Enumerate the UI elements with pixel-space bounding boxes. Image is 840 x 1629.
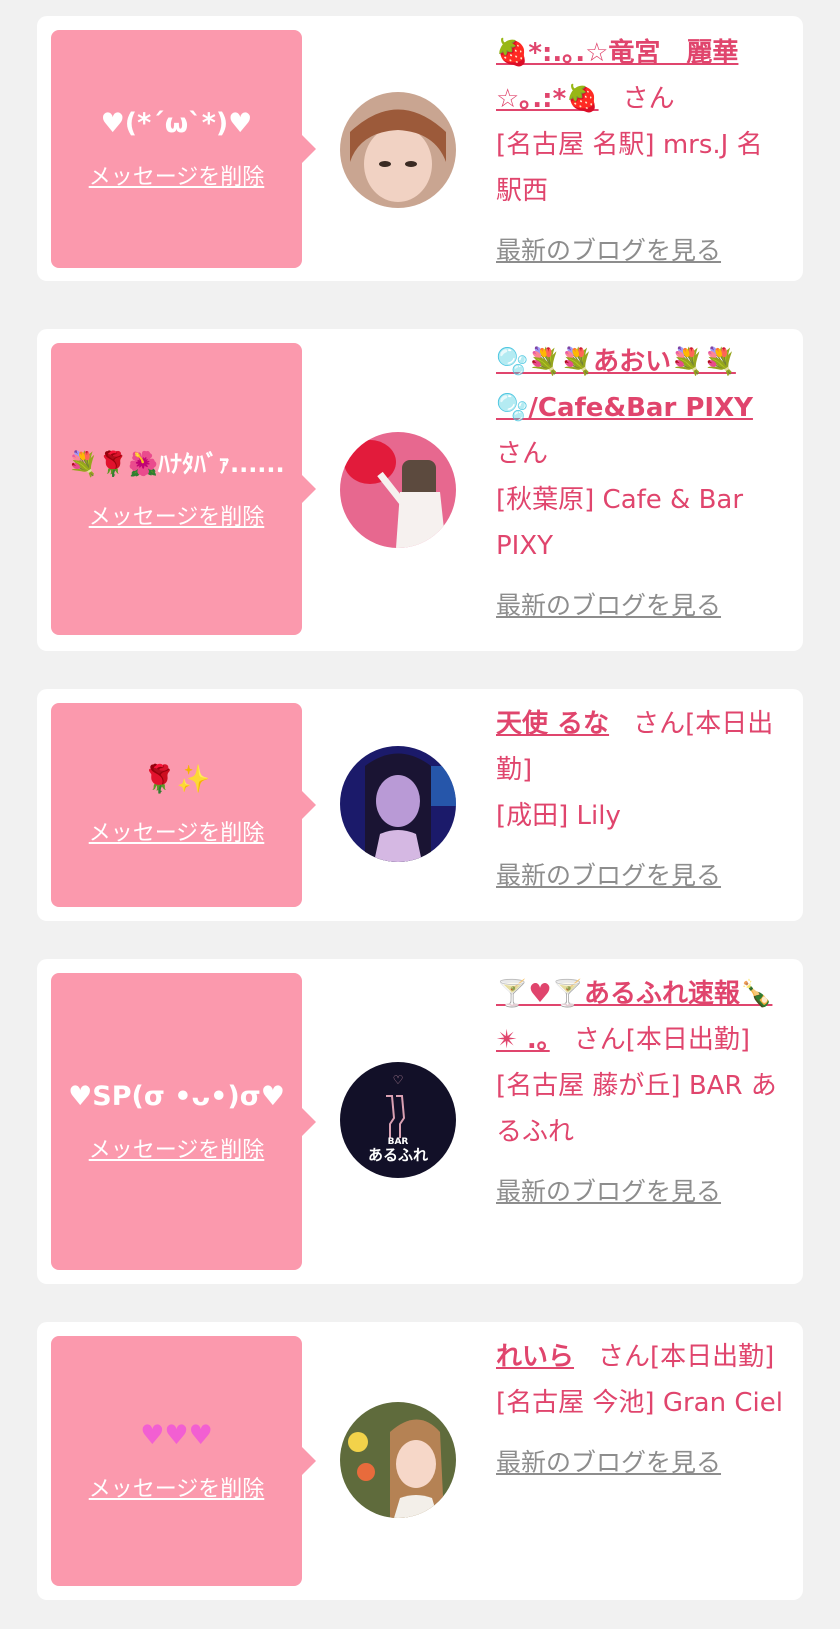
user-name-link[interactable]: 🫧💐💐あおい💐💐🫧/Cafe&Bar PIXY — [496, 347, 753, 423]
message-bubble: ♥♥♥ メッセージを削除 — [51, 1336, 316, 1586]
message-card: 🌹✨ メッセージを削除 天使 るな さん[本日出勤] [成田] Lily 最新のブ… — [37, 689, 803, 921]
honorific: さん[本日出勤] — [573, 1025, 751, 1055]
message-card: ♥♥♥ メッセージを削除 れいら さん[本日出勤] [名古屋 今池] Gran C… — [37, 1322, 803, 1600]
shop-name: [名古屋 藤が丘] BAR あるふれ — [496, 1071, 777, 1147]
card-info: 天使 るな さん[本日出勤] [成田] Lily 最新のブログを見る — [496, 701, 786, 899]
delete-message-link[interactable]: メッセージを削除 — [89, 1471, 265, 1503]
user-name-link[interactable]: 天使 るな — [496, 709, 609, 739]
message-text: ♥♥♥ — [140, 1420, 213, 1451]
message-text: ♥(*´ω`*)♥ — [100, 108, 253, 139]
delete-message-link[interactable]: メッセージを削除 — [89, 815, 265, 847]
user-name-link[interactable]: れいら — [496, 1342, 574, 1372]
latest-blog-link[interactable]: 最新のブログを見る — [496, 228, 786, 274]
avatar[interactable] — [340, 1402, 456, 1518]
message-card: ♥(*´ω`*)♥ メッセージを削除 🍓*:.｡.☆竜宮 麗華☆｡.:*🍓 さん … — [37, 16, 803, 281]
honorific: さん — [496, 439, 549, 469]
delete-message-link[interactable]: メッセージを削除 — [89, 159, 265, 191]
honorific: さん — [622, 84, 675, 114]
message-text: 🌹✨ — [142, 764, 211, 795]
avatar[interactable] — [340, 746, 456, 862]
shop-name: [名古屋 名駅] mrs.J 名駅西 — [496, 130, 763, 206]
delete-message-link[interactable]: メッセージを削除 — [89, 1132, 265, 1164]
message-list: ♥(*´ω`*)♥ メッセージを削除 🍓*:.｡.☆竜宮 麗華☆｡.:*🍓 さん … — [0, 0, 840, 1629]
avatar[interactable]: ♡ BAR あるふれ — [340, 1062, 456, 1178]
avatar[interactable] — [340, 432, 456, 548]
message-bubble: 💐🌹🌺ﾊﾅﾀﾊﾞｧ...... メッセージを削除 — [51, 343, 316, 635]
latest-blog-link[interactable]: 最新のブログを見る — [496, 1440, 786, 1486]
user-name-link[interactable]: 🍓*:.｡.☆竜宮 麗華☆｡.:*🍓 — [496, 38, 738, 114]
message-bubble: ♥SP(σ •ᴗ•)σ♥ メッセージを削除 — [51, 973, 316, 1270]
message-bubble: ♥(*´ω`*)♥ メッセージを削除 — [51, 30, 316, 268]
card-info: 🍓*:.｡.☆竜宮 麗華☆｡.:*🍓 さん [名古屋 名駅] mrs.J 名駅西 … — [496, 30, 786, 274]
message-text: 💐🌹🌺ﾊﾅﾀﾊﾞｧ...... — [68, 450, 285, 478]
card-info: 🍸♥🍸あるふれ速報🍾✴ .｡ さん[本日出勤] [名古屋 藤が丘] BAR あるふ… — [496, 971, 786, 1215]
latest-blog-link[interactable]: 最新のブログを見る — [496, 583, 786, 629]
delete-message-link[interactable]: メッセージを削除 — [89, 499, 265, 531]
svg-text:♡: ♡ — [393, 1073, 404, 1087]
message-bubble: 🌹✨ メッセージを削除 — [51, 703, 316, 907]
card-info: 🫧💐💐あおい💐💐🫧/Cafe&Bar PIXY さん [秋葉原] Cafe & … — [496, 339, 786, 629]
avatar[interactable] — [340, 92, 456, 208]
card-info: れいら さん[本日出勤] [名古屋 今池] Gran Ciel 最新のブログを見る — [496, 1334, 786, 1486]
shop-name: [秋葉原] Cafe & Bar PIXY — [496, 485, 744, 561]
message-card: ♥SP(σ •ᴗ•)σ♥ メッセージを削除 ♡ BAR あるふれ 🍸♥🍸あるふれ… — [37, 959, 803, 1284]
logo-big: あるふれ — [368, 1146, 428, 1164]
message-text: ♥SP(σ •ᴗ•)σ♥ — [68, 1080, 285, 1112]
honorific: さん[本日出勤] — [598, 1342, 775, 1372]
latest-blog-link[interactable]: 最新のブログを見る — [496, 853, 786, 899]
message-card: 💐🌹🌺ﾊﾅﾀﾊﾞｧ...... メッセージを削除 🫧💐💐あおい💐💐🫧/Cafe&… — [37, 329, 803, 651]
shop-name: [成田] Lily — [496, 801, 621, 831]
latest-blog-link[interactable]: 最新のブログを見る — [496, 1169, 786, 1215]
shop-name: [名古屋 今池] Gran Ciel — [496, 1388, 783, 1418]
